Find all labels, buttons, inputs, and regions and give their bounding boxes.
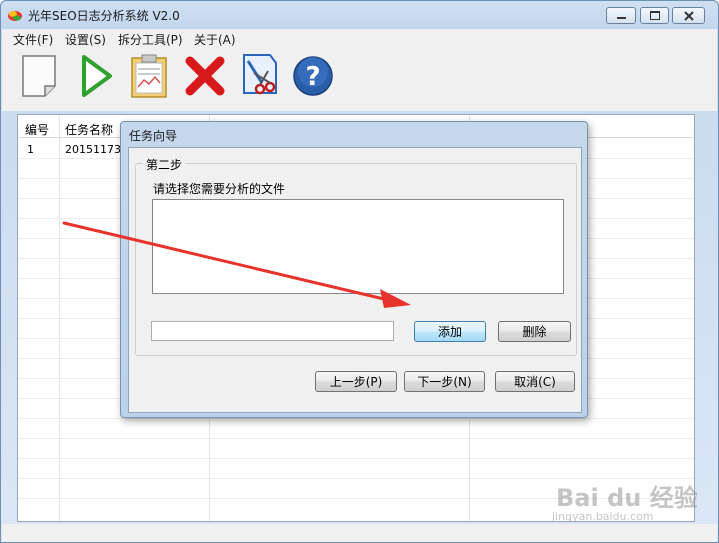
file-select-instruction: 请选择您需要分析的文件 bbox=[153, 182, 286, 196]
new-task-button[interactable] bbox=[17, 53, 61, 99]
split-tool-icon bbox=[243, 54, 277, 95]
menu-bar: 文件(F) 设置(S) 拆分工具(P) 关于(A) bbox=[2, 29, 717, 47]
menu-about[interactable]: 关于(A) bbox=[194, 31, 236, 48]
help-icon: ? bbox=[293, 56, 333, 96]
toolbar: ? bbox=[2, 47, 717, 111]
watermark-brand: Bai du 经验 bbox=[556, 484, 698, 512]
close-icon bbox=[683, 10, 694, 21]
minimize-icon bbox=[616, 17, 626, 19]
row-divider bbox=[18, 438, 694, 439]
close-button[interactable] bbox=[672, 7, 705, 24]
next-step-button[interactable]: 下一步(N) bbox=[404, 371, 485, 392]
app-logo-icon bbox=[7, 7, 23, 23]
clipboard-chart-icon bbox=[131, 54, 167, 98]
delete-task-button[interactable] bbox=[183, 53, 227, 99]
row-id: 1 bbox=[27, 143, 34, 156]
row-divider bbox=[18, 418, 694, 419]
window-title: 光年SEO日志分析系统 V2.0 bbox=[28, 9, 180, 23]
row-divider bbox=[18, 458, 694, 459]
dialog-body: 第二步 请选择您需要分析的文件 添加 删除 上一步(P) 下一步(N) 取消(C… bbox=[128, 147, 582, 413]
report-button[interactable] bbox=[127, 53, 171, 99]
maximize-icon bbox=[649, 11, 660, 20]
column-header-id[interactable]: 编号 bbox=[25, 121, 49, 138]
step-title: 第二步 bbox=[143, 156, 186, 173]
delete-file-button[interactable]: 删除 bbox=[498, 321, 571, 342]
task-wizard-dialog: 任务向导 第二步 请选择您需要分析的文件 添加 删除 上一步(P) 下一步(N)… bbox=[120, 121, 588, 418]
help-button[interactable]: ? bbox=[291, 53, 335, 99]
delete-x-icon bbox=[185, 56, 225, 96]
menu-split-tools[interactable]: 拆分工具(P) bbox=[118, 31, 183, 48]
split-tool-button[interactable] bbox=[238, 53, 282, 99]
menu-settings[interactable]: 设置(S) bbox=[65, 31, 106, 48]
status-bar bbox=[2, 524, 717, 542]
step-groupbox: 第二步 请选择您需要分析的文件 添加 删除 bbox=[135, 156, 577, 356]
watermark-url: jingyan.baidu.com bbox=[552, 510, 654, 523]
dialog-title: 任务向导 bbox=[129, 129, 178, 143]
menu-file[interactable]: 文件(F) bbox=[13, 31, 53, 48]
title-bar[interactable]: 光年SEO日志分析系统 V2.0 bbox=[1, 1, 718, 29]
file-path-input[interactable] bbox=[151, 321, 394, 341]
column-header-task-name[interactable]: 任务名称 bbox=[65, 121, 113, 138]
new-document-icon bbox=[22, 55, 56, 97]
file-listbox[interactable] bbox=[152, 199, 564, 294]
start-button[interactable] bbox=[74, 53, 118, 99]
svg-text:?: ? bbox=[305, 62, 320, 92]
add-file-button[interactable]: 添加 bbox=[414, 321, 486, 342]
minimize-button[interactable] bbox=[606, 7, 636, 24]
play-icon bbox=[82, 55, 112, 97]
maximize-button[interactable] bbox=[640, 7, 669, 24]
cancel-button[interactable]: 取消(C) bbox=[495, 371, 575, 392]
previous-step-button[interactable]: 上一步(P) bbox=[315, 371, 397, 392]
